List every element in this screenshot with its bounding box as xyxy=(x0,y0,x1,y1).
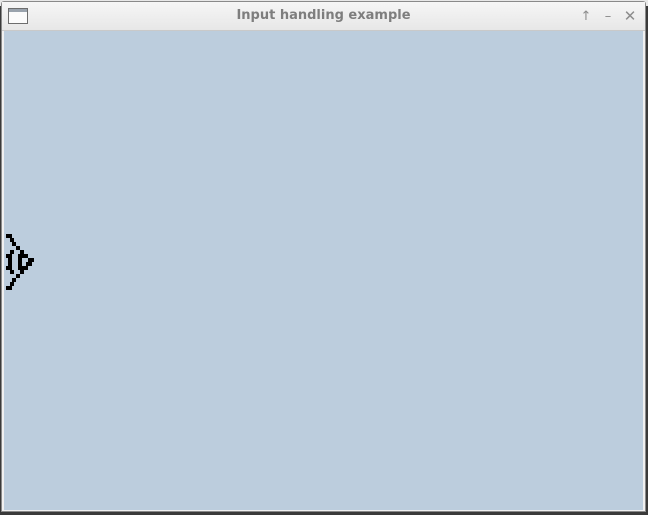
arrow-sprite-icon xyxy=(6,234,34,290)
window-title: Input handling example xyxy=(236,8,411,23)
app-window: Input handling example ↑ – ✕ xyxy=(1,1,646,512)
maximize-button[interactable]: ↑ xyxy=(577,7,595,25)
window-titlebar[interactable]: Input handling example ↑ – ✕ xyxy=(2,2,645,31)
window-icon[interactable] xyxy=(8,8,28,24)
minimize-button[interactable]: – xyxy=(599,7,617,25)
close-button[interactable]: ✕ xyxy=(621,7,639,25)
game-canvas[interactable] xyxy=(4,31,643,510)
